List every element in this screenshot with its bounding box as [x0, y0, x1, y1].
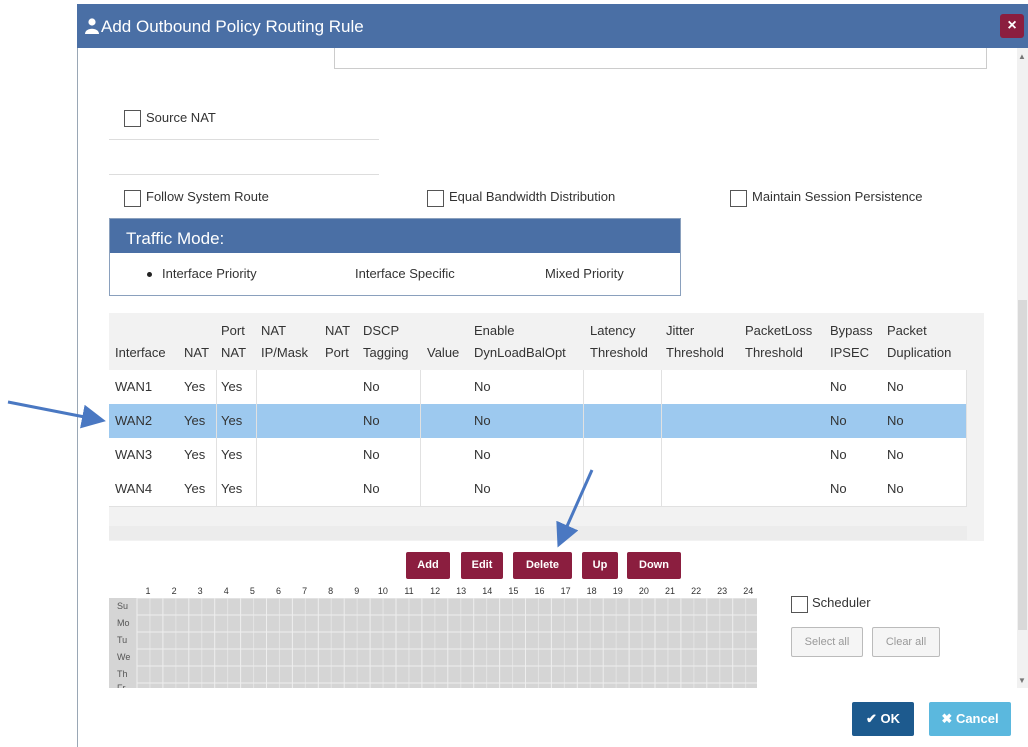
arrow-to-delete-icon — [556, 469, 594, 548]
arrow-to-wan2-icon — [7, 400, 106, 429]
annotation-arrows — [7, 400, 594, 548]
